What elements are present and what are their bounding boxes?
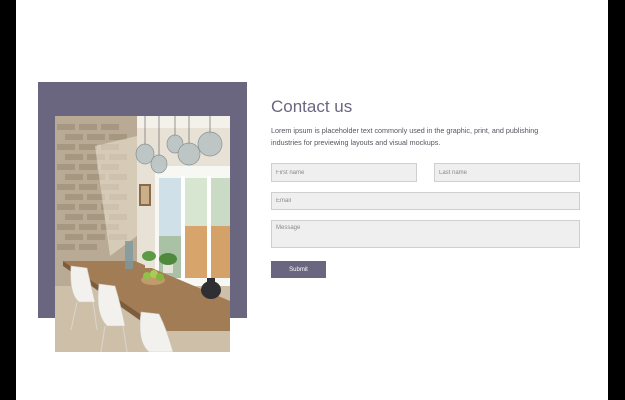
email-field[interactable] <box>271 192 580 210</box>
first-name-field[interactable] <box>271 163 417 182</box>
submit-button[interactable]: Submit <box>271 261 326 278</box>
page-title: Contact us <box>271 97 353 116</box>
dining-room-photo <box>55 116 230 352</box>
contact-section: Contact us Lorem ipsum is placeholder te… <box>271 96 581 149</box>
contact-description: Lorem ipsum is placeholder text commonly… <box>271 126 539 147</box>
message-field[interactable] <box>271 220 580 248</box>
page-canvas: Contact us Lorem ipsum is placeholder te… <box>16 0 608 400</box>
last-name-field[interactable] <box>434 163 580 182</box>
